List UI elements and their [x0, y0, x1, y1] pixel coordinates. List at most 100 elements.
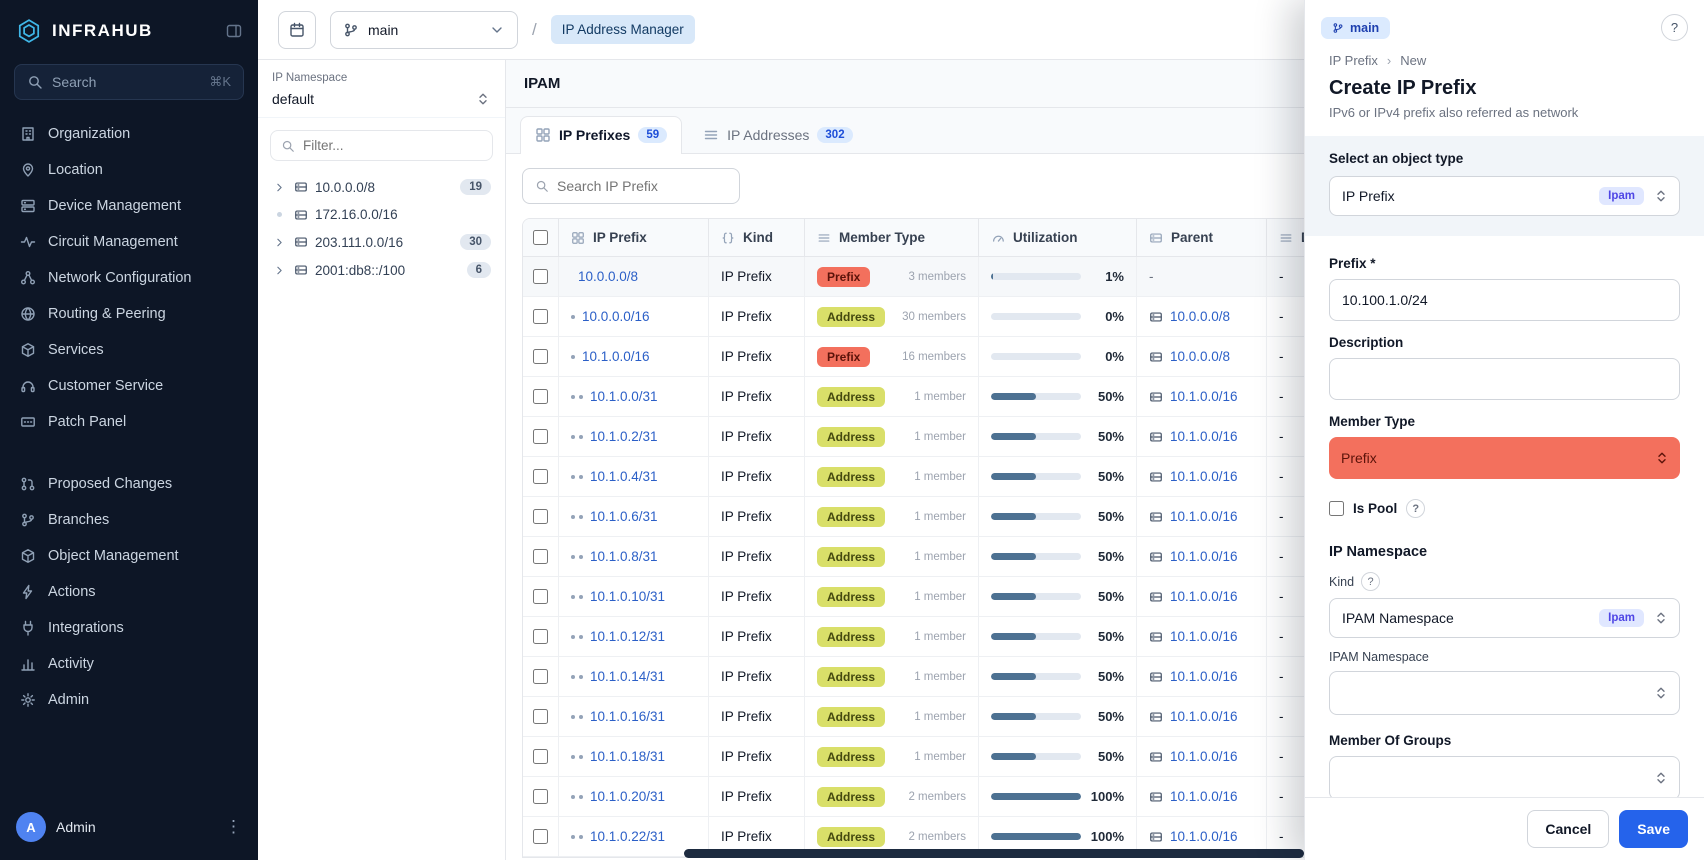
- tree-item-172-16-0-0-16[interactable]: 172.16.0.0/16: [266, 201, 497, 228]
- prefix-link[interactable]: 10.1.0.22/31: [590, 829, 665, 844]
- breadcrumb[interactable]: IP Address Manager: [551, 15, 695, 44]
- tree-item-203-111-0-0-16[interactable]: 203.111.0.0/16 30: [266, 228, 497, 256]
- prefix-link[interactable]: 10.1.0.0/31: [590, 389, 658, 404]
- member-type-select[interactable]: Prefix: [1329, 437, 1680, 479]
- prefix-link[interactable]: 10.1.0.10/31: [590, 589, 665, 604]
- parent-link[interactable]: 10.0.0.0/8: [1170, 309, 1230, 324]
- user-menu[interactable]: A Admin ⋮: [0, 796, 258, 860]
- parent-link[interactable]: 10.1.0.0/16: [1170, 429, 1238, 444]
- table-row[interactable]: 10.1.0.2/31 IP Prefix Address 1 member 5…: [523, 417, 1415, 457]
- prefix-link[interactable]: 10.1.0.18/31: [590, 749, 665, 764]
- row-checkbox[interactable]: [533, 269, 548, 284]
- row-checkbox[interactable]: [533, 309, 548, 324]
- row-checkbox[interactable]: [533, 469, 548, 484]
- date-picker-button[interactable]: [278, 11, 316, 49]
- table-row[interactable]: 10.1.0.10/31 IP Prefix Address 1 member …: [523, 577, 1415, 617]
- prefix-link[interactable]: 10.0.0.0/8: [578, 269, 638, 284]
- help-button[interactable]: ?: [1661, 14, 1688, 41]
- row-checkbox[interactable]: [533, 349, 548, 364]
- parent-link[interactable]: 10.1.0.0/16: [1170, 789, 1238, 804]
- parent-link[interactable]: 10.1.0.0/16: [1170, 589, 1238, 604]
- sidebar-item-organization[interactable]: Organization: [10, 116, 248, 152]
- sidebar-item-circuit-management[interactable]: Circuit Management: [10, 224, 248, 260]
- column-header-kind[interactable]: Kind: [709, 219, 805, 256]
- parent-link[interactable]: 10.1.0.0/16: [1170, 669, 1238, 684]
- row-checkbox[interactable]: [533, 389, 548, 404]
- sidebar-item-activity[interactable]: Activity: [10, 646, 248, 682]
- row-checkbox[interactable]: [533, 589, 548, 604]
- prefix-link[interactable]: 10.0.0.0/16: [582, 309, 650, 324]
- parent-link[interactable]: 10.1.0.0/16: [1170, 829, 1238, 844]
- is-pool-help-icon[interactable]: ?: [1406, 499, 1425, 518]
- sidebar-item-network-configuration[interactable]: Network Configuration: [10, 260, 248, 296]
- table-row[interactable]: 10.1.0.4/31 IP Prefix Address 1 member 5…: [523, 457, 1415, 497]
- object-type-select[interactable]: IP Prefix Ipam: [1329, 176, 1680, 216]
- chevron-right-icon[interactable]: [272, 264, 287, 277]
- tree-filter[interactable]: [270, 130, 493, 161]
- kind-help-icon[interactable]: ?: [1361, 572, 1380, 591]
- table-row[interactable]: 10.1.0.6/31 IP Prefix Address 1 member 5…: [523, 497, 1415, 537]
- table-row[interactable]: 10.1.0.8/31 IP Prefix Address 1 member 5…: [523, 537, 1415, 577]
- row-checkbox[interactable]: [533, 629, 548, 644]
- sidebar-search[interactable]: Search ⌘K: [14, 64, 244, 100]
- chevron-right-icon[interactable]: [272, 236, 287, 249]
- parent-link[interactable]: 10.0.0.0/8: [1170, 349, 1230, 364]
- sidebar-item-customer-service[interactable]: Customer Service: [10, 368, 248, 404]
- sidebar-item-proposed-changes[interactable]: Proposed Changes: [10, 466, 248, 502]
- member-of-groups-select[interactable]: [1329, 756, 1680, 797]
- sidebar-item-patch-panel[interactable]: Patch Panel: [10, 404, 248, 440]
- row-checkbox[interactable]: [533, 429, 548, 444]
- bullet-icon[interactable]: [272, 207, 287, 222]
- chevron-right-icon[interactable]: [272, 181, 287, 194]
- tab-ip-prefixes[interactable]: IP Prefixes 59: [520, 116, 682, 154]
- table-row[interactable]: 10.1.0.16/31 IP Prefix Address 1 member …: [523, 697, 1415, 737]
- parent-link[interactable]: 10.1.0.0/16: [1170, 389, 1238, 404]
- sidebar-item-actions[interactable]: Actions: [10, 574, 248, 610]
- save-button[interactable]: Save: [1619, 810, 1688, 848]
- table-row[interactable]: 10.0.0.0/16 IP Prefix Address 30 members…: [523, 297, 1415, 337]
- row-checkbox[interactable]: [533, 789, 548, 804]
- sidebar-item-admin[interactable]: Admin: [10, 682, 248, 718]
- table-row[interactable]: 10.0.0.0/8 IP Prefix Prefix 3 members 1%: [523, 257, 1415, 297]
- row-checkbox[interactable]: [533, 709, 548, 724]
- column-header-utilization[interactable]: Utilization: [979, 219, 1137, 256]
- table-row[interactable]: 10.1.0.0/31 IP Prefix Address 1 member 5…: [523, 377, 1415, 417]
- table-row[interactable]: 10.1.0.14/31 IP Prefix Address 1 member …: [523, 657, 1415, 697]
- ipam-namespace-select[interactable]: [1329, 671, 1680, 715]
- table-row[interactable]: 10.1.0.0/16 IP Prefix Prefix 16 members …: [523, 337, 1415, 377]
- tree-item-10-0-0-0-8[interactable]: 10.0.0.0/8 19: [266, 173, 497, 201]
- select-all-checkbox[interactable]: [533, 230, 548, 245]
- sidebar-item-branches[interactable]: Branches: [10, 502, 248, 538]
- sidebar-item-routing-peering[interactable]: Routing & Peering: [10, 296, 248, 332]
- parent-link[interactable]: 10.1.0.0/16: [1170, 549, 1238, 564]
- user-kebab-menu-icon[interactable]: ⋮: [225, 817, 242, 837]
- prefix-search[interactable]: [522, 168, 740, 204]
- sidebar-collapse-button[interactable]: [226, 23, 242, 39]
- prefix-field[interactable]: [1329, 279, 1680, 321]
- parent-link[interactable]: 10.1.0.0/16: [1170, 469, 1238, 484]
- row-checkbox[interactable]: [533, 669, 548, 684]
- parent-link[interactable]: 10.1.0.0/16: [1170, 509, 1238, 524]
- prefix-link[interactable]: 10.1.0.2/31: [590, 429, 658, 444]
- tree-item-2001-db8-100[interactable]: 2001:db8::/100 6: [266, 256, 497, 284]
- namespace-select[interactable]: default: [258, 84, 505, 118]
- parent-link[interactable]: 10.1.0.0/16: [1170, 709, 1238, 724]
- prefix-link[interactable]: 10.1.0.8/31: [590, 549, 658, 564]
- prefix-link[interactable]: 10.1.0.16/31: [590, 709, 665, 724]
- prefix-link[interactable]: 10.1.0.20/31: [590, 789, 665, 804]
- sidebar-item-location[interactable]: Location: [10, 152, 248, 188]
- row-checkbox[interactable]: [533, 829, 548, 844]
- sidebar-item-services[interactable]: Services: [10, 332, 248, 368]
- prefix-link[interactable]: 10.1.0.14/31: [590, 669, 665, 684]
- row-checkbox[interactable]: [533, 749, 548, 764]
- is-pool-checkbox[interactable]: [1329, 501, 1344, 516]
- column-header-ip-prefix[interactable]: IP Prefix: [559, 219, 709, 256]
- table-row[interactable]: 10.1.0.18/31 IP Prefix Address 1 member …: [523, 737, 1415, 777]
- branch-selector[interactable]: main: [330, 11, 518, 49]
- prefix-link[interactable]: 10.1.0.4/31: [590, 469, 658, 484]
- column-header-parent[interactable]: Parent: [1137, 219, 1267, 256]
- prefix-link[interactable]: 10.1.0.12/31: [590, 629, 665, 644]
- sidebar-item-object-management[interactable]: Object Management: [10, 538, 248, 574]
- tree-filter-input[interactable]: [303, 138, 482, 153]
- horizontal-scrollbar[interactable]: [684, 849, 1304, 858]
